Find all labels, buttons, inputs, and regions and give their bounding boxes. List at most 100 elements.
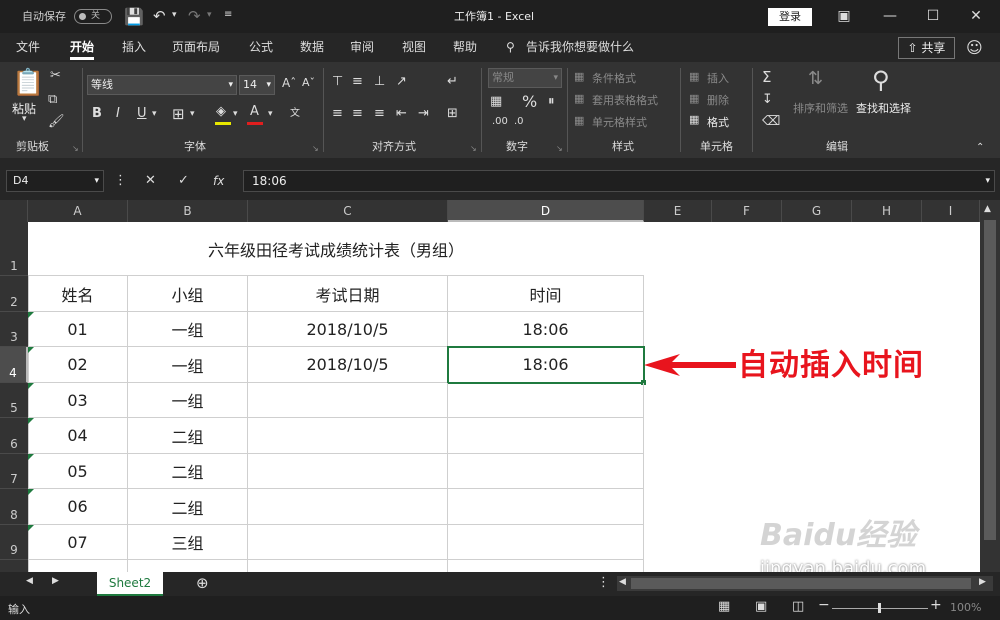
- cell-exam-date[interactable]: [248, 454, 448, 489]
- horizontal-scrollbar[interactable]: ◀ ▶: [617, 576, 993, 591]
- orientation-icon[interactable]: ↗: [396, 74, 407, 89]
- cell-empty[interactable]: [128, 560, 248, 572]
- sheet-tab-sheet2[interactable]: Sheet2: [97, 572, 163, 596]
- borders-icon[interactable]: ⊞: [172, 105, 185, 123]
- fill-dropdown-icon[interactable]: ▾: [233, 109, 238, 119]
- currency-icon[interactable]: ▦: [490, 94, 502, 109]
- column-header-e[interactable]: E: [644, 200, 712, 222]
- prev-sheet-icon[interactable]: ◀: [26, 576, 33, 586]
- scroll-up-icon[interactable]: ▲: [984, 204, 991, 214]
- clipboard-launcher-icon[interactable]: ↘: [72, 144, 79, 153]
- sign-in-button[interactable]: 登录: [768, 8, 812, 26]
- tell-me-input[interactable]: 告诉我你想要做什么: [526, 33, 634, 62]
- tab-file[interactable]: 文件: [16, 33, 40, 62]
- increase-decimal-icon[interactable]: .00: [492, 116, 508, 127]
- column-header-a[interactable]: A: [28, 200, 128, 222]
- cell-exam-date[interactable]: [248, 418, 448, 454]
- autosave-toggle[interactable]: 关: [74, 9, 112, 24]
- redo-dropdown-icon[interactable]: ▾: [207, 10, 212, 20]
- cell-time[interactable]: [448, 454, 644, 489]
- cell-exam-date[interactable]: 2018/10/5: [248, 312, 448, 347]
- tab-review[interactable]: 审阅: [350, 33, 374, 62]
- horizontal-scroll-thumb[interactable]: [631, 578, 971, 589]
- cell-group[interactable]: 二组: [128, 489, 248, 525]
- find-select-button[interactable]: 查找和选择: [856, 100, 911, 116]
- cell-name[interactable]: 07: [28, 525, 128, 560]
- header-group[interactable]: 小组: [128, 276, 248, 312]
- paste-icon[interactable]: 📋: [12, 68, 44, 98]
- feedback-smiley-icon[interactable]: ☺: [966, 38, 983, 57]
- cell-styles-button[interactable]: 单元格样式: [592, 114, 647, 130]
- redo-icon[interactable]: ↷: [188, 7, 201, 25]
- vertical-scroll-thumb[interactable]: [984, 220, 996, 540]
- underline-dropdown-icon[interactable]: ▾: [152, 109, 157, 119]
- row-header-4[interactable]: 4: [0, 347, 28, 383]
- cell-group[interactable]: 一组: [128, 347, 248, 383]
- column-header-i[interactable]: I: [922, 200, 980, 222]
- format-as-table-button[interactable]: 套用表格格式: [592, 92, 658, 108]
- wrap-text-icon[interactable]: ↵: [447, 74, 458, 89]
- zoom-out-icon[interactable]: −: [818, 597, 830, 613]
- row-header-8[interactable]: 8: [0, 489, 28, 525]
- font-launcher-icon[interactable]: ↘: [312, 144, 319, 153]
- normal-view-icon[interactable]: ▦: [718, 599, 730, 614]
- cell-empty[interactable]: [248, 560, 448, 572]
- align-left-icon[interactable]: ≡: [332, 106, 343, 121]
- align-middle-icon[interactable]: ≡: [352, 74, 363, 89]
- zoom-in-icon[interactable]: +: [930, 597, 942, 613]
- format-cells-button[interactable]: 格式: [707, 114, 729, 130]
- autosum-icon[interactable]: Σ: [762, 68, 771, 86]
- cell-name[interactable]: 04: [28, 418, 128, 454]
- next-sheet-icon[interactable]: ▶: [52, 576, 59, 586]
- percent-icon[interactable]: %: [522, 92, 537, 111]
- cell-group[interactable]: 三组: [128, 525, 248, 560]
- row-header-9[interactable]: 9: [0, 525, 28, 560]
- row-header-3[interactable]: 3: [0, 312, 28, 347]
- more-options-icon[interactable]: ⋮: [114, 173, 127, 188]
- page-break-view-icon[interactable]: ◫: [792, 599, 804, 614]
- header-exam-date[interactable]: 考试日期: [248, 276, 448, 312]
- cell-time[interactable]: [448, 525, 644, 560]
- undo-dropdown-icon[interactable]: ▾: [172, 10, 177, 20]
- increase-font-icon[interactable]: Aˆ: [282, 76, 296, 90]
- alignment-launcher-icon[interactable]: ↘: [470, 144, 477, 153]
- cell-group[interactable]: 二组: [128, 418, 248, 454]
- tab-insert[interactable]: 插入: [122, 33, 146, 62]
- row-header-1[interactable]: 1: [0, 222, 28, 276]
- confirm-edit-icon[interactable]: ✓: [178, 173, 189, 188]
- cell-exam-date[interactable]: [248, 383, 448, 418]
- insert-cells-button[interactable]: 插入: [707, 70, 729, 86]
- cell-name[interactable]: 01: [28, 312, 128, 347]
- fill-icon[interactable]: ↧: [762, 92, 773, 107]
- cell-exam-date[interactable]: [248, 489, 448, 525]
- vertical-scrollbar[interactable]: ▲: [980, 200, 1000, 572]
- tab-view[interactable]: 视图: [402, 33, 426, 62]
- align-bottom-icon[interactable]: ⊥: [374, 74, 385, 89]
- header-name[interactable]: 姓名: [28, 276, 128, 312]
- delete-cells-button[interactable]: 删除: [707, 92, 729, 108]
- number-format-select[interactable]: 常规 ▾: [488, 68, 562, 88]
- row-header-2[interactable]: 2: [0, 276, 28, 312]
- format-painter-icon[interactable]: 🖌: [48, 114, 65, 129]
- collapse-ribbon-icon[interactable]: ⌃: [976, 142, 984, 153]
- column-header-f[interactable]: F: [712, 200, 782, 222]
- minimize-icon[interactable]: —: [867, 0, 913, 33]
- cell-group[interactable]: 一组: [128, 312, 248, 347]
- cut-icon[interactable]: ✂: [50, 68, 61, 83]
- font-color-dropdown-icon[interactable]: ▾: [268, 109, 273, 119]
- copy-icon[interactable]: ⧉: [48, 92, 57, 107]
- share-button[interactable]: ⇧ 共享: [898, 37, 955, 59]
- borders-dropdown-icon[interactable]: ▾: [190, 109, 195, 119]
- align-top-icon[interactable]: ⊤: [332, 74, 343, 89]
- italic-icon[interactable]: I: [116, 106, 120, 121]
- row-header-5[interactable]: 5: [0, 383, 28, 418]
- table-title[interactable]: 六年级田径考试成绩统计表（男组）: [28, 222, 644, 276]
- cell-time[interactable]: [448, 418, 644, 454]
- sort-filter-button[interactable]: 排序和筛选: [793, 100, 848, 116]
- cell-exam-date[interactable]: [248, 525, 448, 560]
- decrease-decimal-icon[interactable]: .0: [514, 116, 524, 127]
- formula-input[interactable]: 18:06 ▾: [243, 170, 995, 192]
- zoom-slider-thumb[interactable]: [878, 603, 881, 613]
- column-header-b[interactable]: B: [128, 200, 248, 222]
- cell-time[interactable]: [448, 489, 644, 525]
